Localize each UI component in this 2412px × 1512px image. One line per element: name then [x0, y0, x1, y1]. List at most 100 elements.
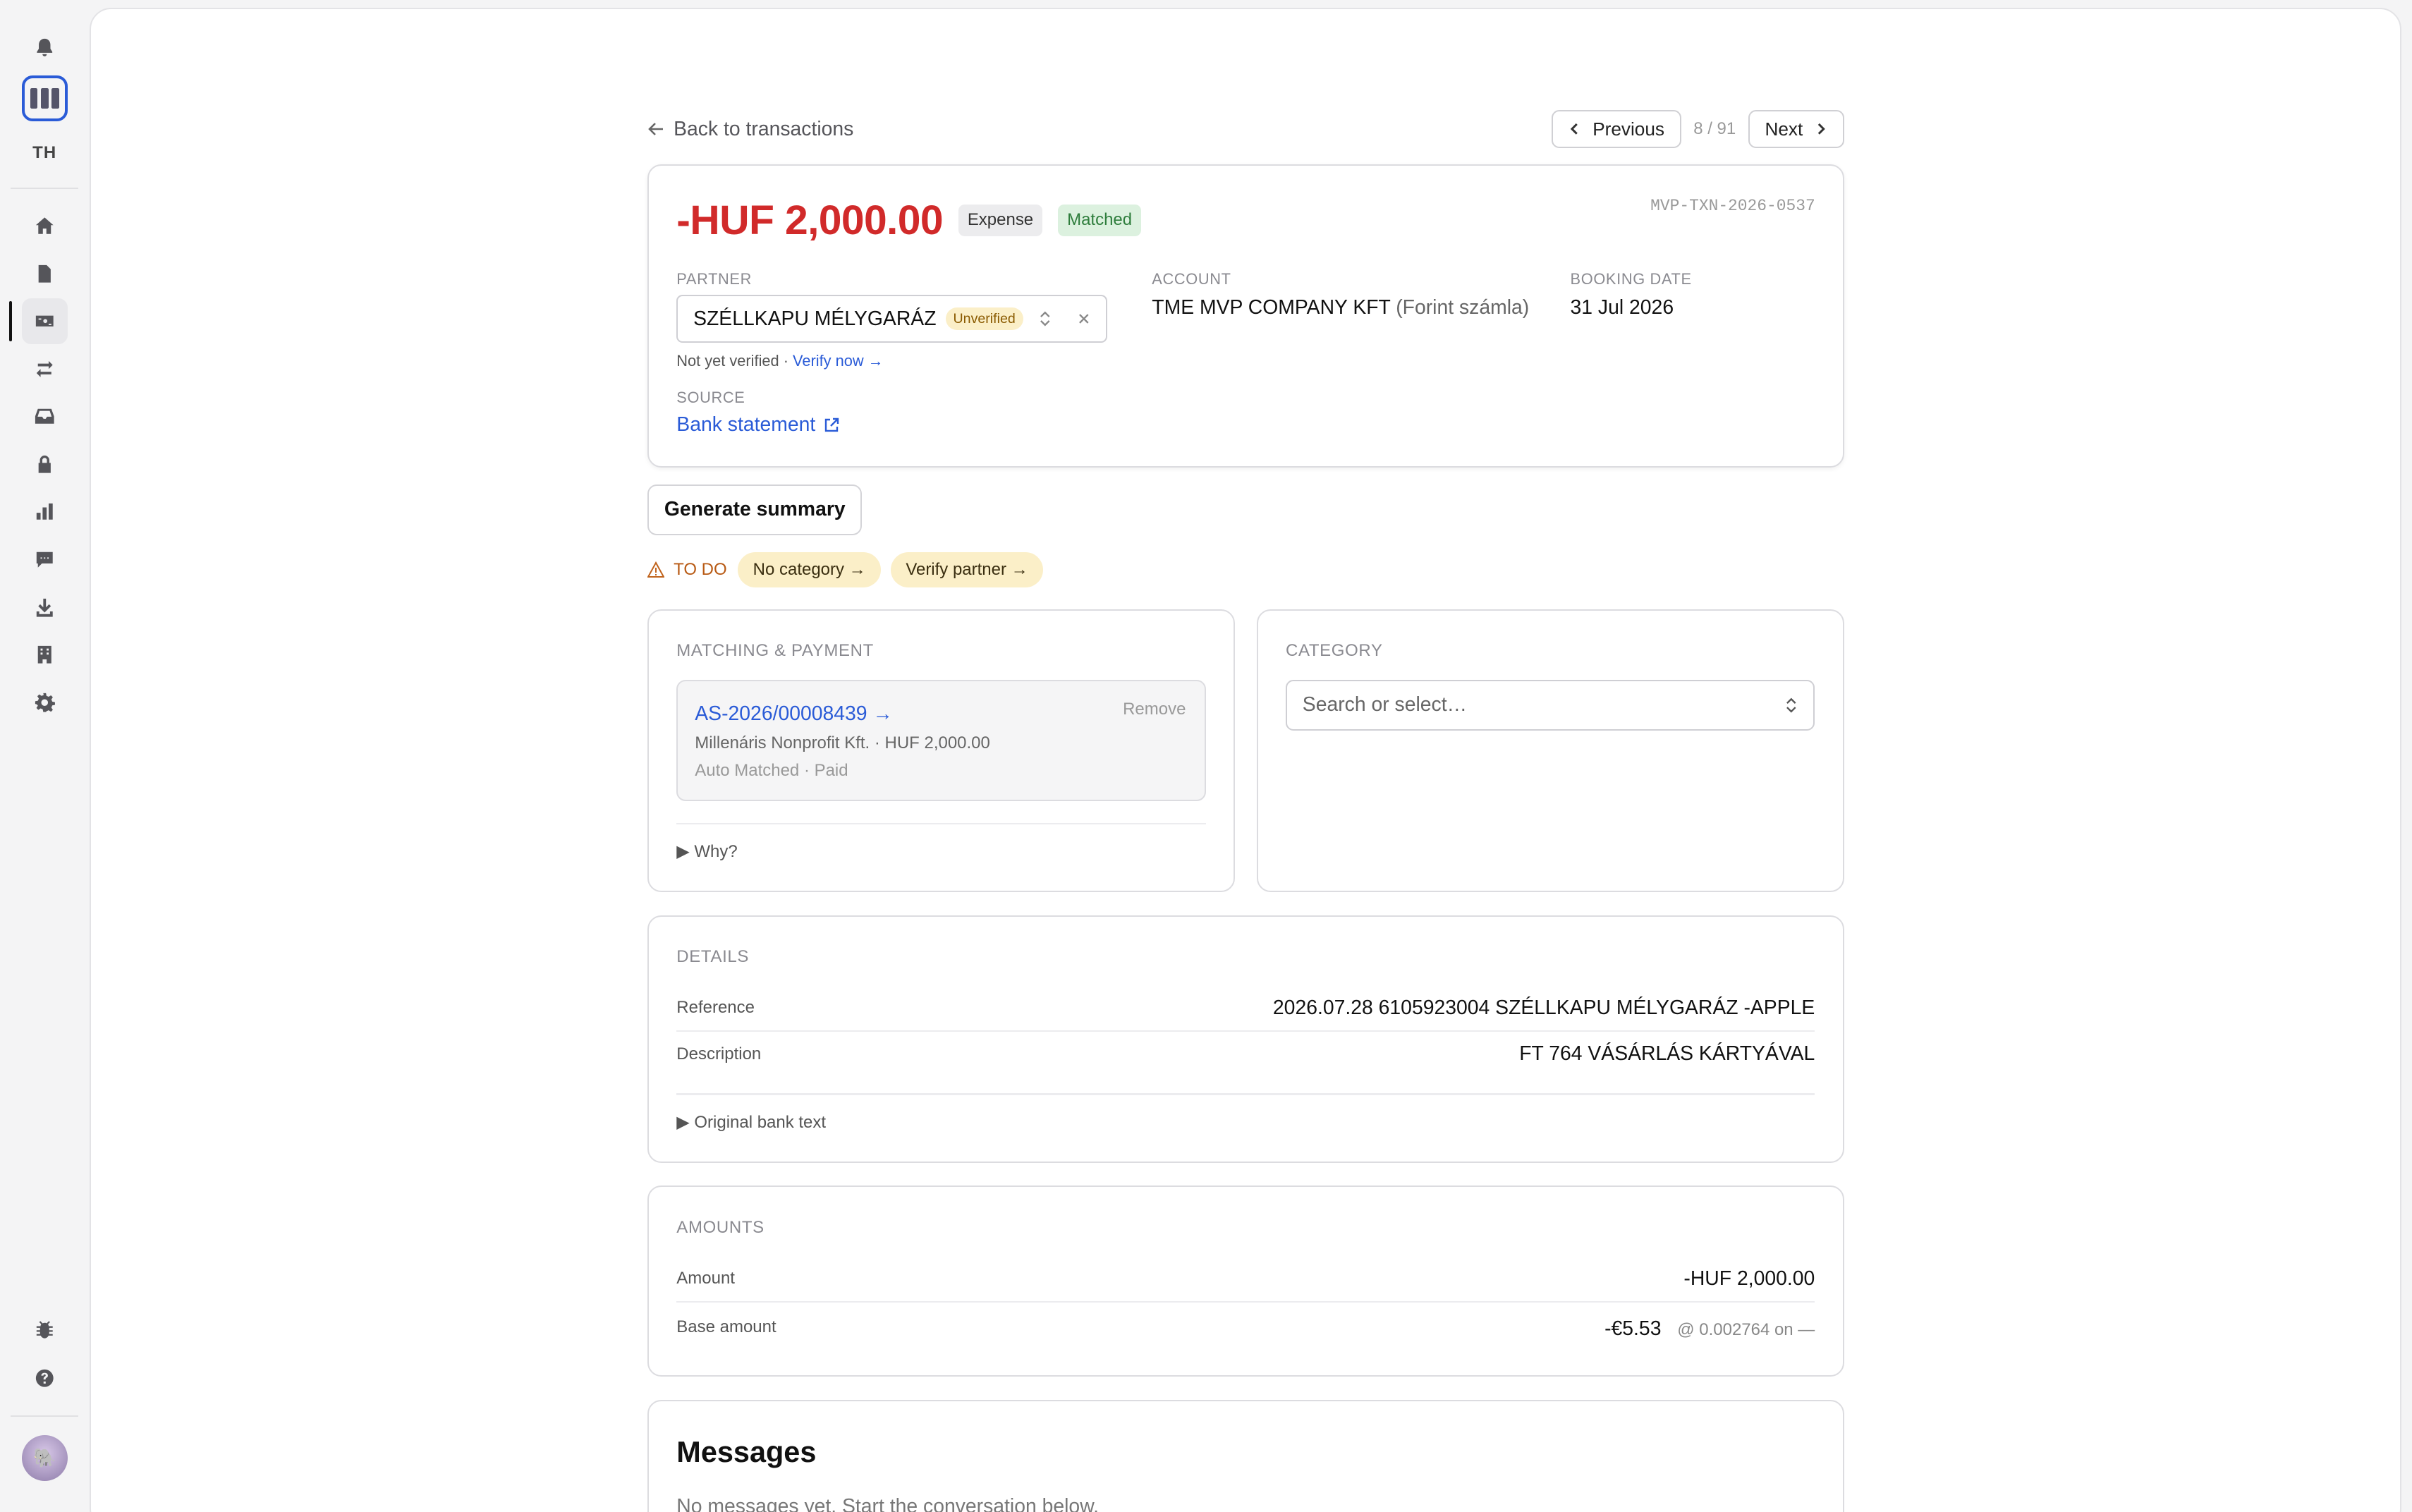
remove-match-button[interactable]: Remove [1123, 700, 1186, 719]
external-link-icon [824, 417, 839, 432]
reports-icon[interactable] [22, 489, 68, 535]
details-card: DETAILS Reference 2026.07.28 6105923004 … [647, 915, 1844, 1163]
messages-empty-text: No messages yet. Start the conversation … [676, 1494, 1099, 1512]
document-icon[interactable] [22, 250, 68, 296]
todo-bar: TO DO No category → Verify partner → [647, 552, 1044, 587]
bug-icon[interactable] [22, 1307, 68, 1353]
partner-name: SZÉLLKAPU MÉLYGARÁZ [693, 307, 937, 330]
details-heading: DETAILS [676, 947, 750, 967]
chevron-updown-icon[interactable] [1038, 310, 1052, 327]
chevron-right-icon [1817, 123, 1825, 135]
topbar: Back to transactions Previous 8 / 91 Nex… [647, 109, 1844, 150]
exchange-rate: @ 0.002764 on — [1677, 1320, 1815, 1340]
base-amount-key: Base amount [676, 1317, 776, 1337]
amount-key: Amount [676, 1269, 735, 1288]
back-to-transactions-link[interactable]: Back to transactions [647, 118, 853, 141]
home-icon[interactable] [22, 202, 68, 248]
transaction-amount: -HUF 2,000.00 [676, 197, 943, 243]
transaction-summary-card: -HUF 2,000.00 Expense Matched MVP-TXN-20… [647, 164, 1844, 468]
matched-document-meta: Millenáris Nonprofit Kft. · HUF 2,000.00 [695, 733, 990, 753]
category-placeholder: Search or select… [1302, 693, 1467, 717]
inbox-icon[interactable] [22, 394, 68, 439]
amounts-card: AMOUNTS Amount -HUF 2,000.00 Base amount… [647, 1185, 1844, 1377]
matching-heading: MATCHING & PAYMENT [676, 641, 874, 661]
sidebar: TH 🐘 [0, 0, 90, 1512]
transfer-icon[interactable] [22, 346, 68, 391]
detail-row-reference: Reference 2026.07.28 6105923004 SZÉLLKAP… [676, 996, 1815, 1020]
no-category-chip[interactable]: No category → [737, 552, 882, 587]
arrow-left-icon [648, 123, 664, 135]
avatar[interactable]: 🐘 [21, 1434, 68, 1482]
workspace-initials[interactable]: TH [32, 143, 56, 163]
help-icon[interactable] [22, 1355, 68, 1401]
amounts-heading: AMOUNTS [676, 1218, 765, 1238]
account-label: ACCOUNT [1152, 270, 1231, 288]
detail-value: FT 764 VÁSÁRLÁS KÁRTYÁVAL [1519, 1042, 1815, 1066]
divider [676, 1093, 1815, 1095]
lock-icon[interactable] [22, 441, 68, 487]
app-logo[interactable] [21, 75, 68, 122]
status-badge: Matched [1058, 204, 1142, 236]
bell-icon[interactable] [22, 25, 68, 71]
download-icon[interactable] [22, 584, 68, 630]
settings-icon[interactable] [22, 679, 68, 725]
sidebar-divider [11, 187, 79, 189]
category-select[interactable]: Search or select… [1286, 679, 1815, 731]
chevron-left-icon [1571, 123, 1578, 135]
booking-date-value: 31 Jul 2026 [1570, 296, 1674, 319]
divider [676, 822, 1206, 824]
matched-document: AS-2026/00008439 → Millenáris Nonprofit … [676, 679, 1206, 801]
detail-key: Description [676, 1044, 762, 1063]
category-heading: CATEGORY [1286, 641, 1383, 661]
matched-document-link[interactable]: AS-2026/00008439 → [695, 702, 1187, 726]
main-panel: Back to transactions Previous 8 / 91 Nex… [89, 7, 2401, 1512]
account-sub: (Forint számla) [1396, 296, 1530, 319]
messages-title: Messages [676, 1434, 817, 1468]
transactions-icon[interactable] [9, 298, 68, 345]
matching-payment-card: MATCHING & PAYMENT AS-2026/00008439 → Mi… [647, 609, 1236, 892]
back-label: Back to transactions [674, 117, 854, 140]
previous-label: Previous [1592, 118, 1664, 140]
clear-icon[interactable] [1077, 310, 1091, 327]
base-amount-value: -€5.53 [1604, 1317, 1662, 1341]
why-toggle[interactable]: ▶ Why? [676, 841, 737, 862]
verify-line: Not yet verified · Verify now → [676, 352, 1107, 370]
source-value: Bank statement [676, 413, 816, 437]
warning-icon [647, 561, 665, 578]
generate-summary-button[interactable]: Generate summary [647, 484, 863, 535]
detail-row-description: Description FT 764 VÁSÁRLÁS KÁRTYÁVAL [676, 1042, 1815, 1066]
todo-label-text: TO DO [674, 559, 727, 579]
verify-partner-chip[interactable]: Verify partner → [890, 552, 1044, 587]
next-button[interactable]: Next [1748, 109, 1844, 149]
detail-value: 2026.07.28 6105923004 SZÉLLKAPU MÉLYGARÁ… [1272, 996, 1815, 1019]
messages-card: Messages No messages yet. Start the conv… [647, 1399, 1844, 1512]
base-amount-row: Base amount -€5.53 @ 0.002764 on — [676, 1313, 1815, 1341]
amount-value: -HUF 2,000.00 [1683, 1267, 1815, 1290]
original-bank-text-toggle[interactable]: ▶ Original bank text [676, 1112, 826, 1133]
next-label: Next [1765, 118, 1803, 140]
building-icon[interactable] [22, 632, 68, 678]
type-badge: Expense [958, 204, 1043, 236]
detail-key: Reference [676, 998, 755, 1018]
category-card: CATEGORY Search or select… [1256, 609, 1844, 892]
verify-now-link[interactable]: Verify now → [793, 352, 883, 370]
account-name: TME MVP COMPANY KFT [1152, 296, 1391, 319]
bank-statement-link[interactable]: Bank statement [676, 413, 840, 437]
divider [676, 1030, 1815, 1032]
divider [676, 1300, 1815, 1303]
unverified-badge: Unverified [945, 307, 1023, 330]
sidebar-divider [11, 1415, 79, 1417]
todo-label: TO DO [647, 560, 727, 580]
chevron-updown-icon [1786, 697, 1796, 713]
verify-status-text: Not yet verified · [676, 351, 793, 370]
matched-document-status: Auto Matched · Paid [695, 760, 848, 780]
amount-row: Amount -HUF 2,000.00 [676, 1267, 1815, 1291]
pager-position: 8 / 91 [1693, 119, 1736, 138]
partner-label: PARTNER [676, 270, 753, 288]
pager: Previous 8 / 91 Next [1551, 109, 1844, 149]
chat-icon[interactable] [22, 537, 68, 583]
partner-select[interactable]: SZÉLLKAPU MÉLYGARÁZ Unverified [676, 295, 1107, 343]
transaction-id: MVP-TXN-2026-0537 [1650, 196, 1815, 215]
previous-button[interactable]: Previous [1551, 109, 1681, 149]
booking-date-label: BOOKING DATE [1570, 270, 1692, 288]
